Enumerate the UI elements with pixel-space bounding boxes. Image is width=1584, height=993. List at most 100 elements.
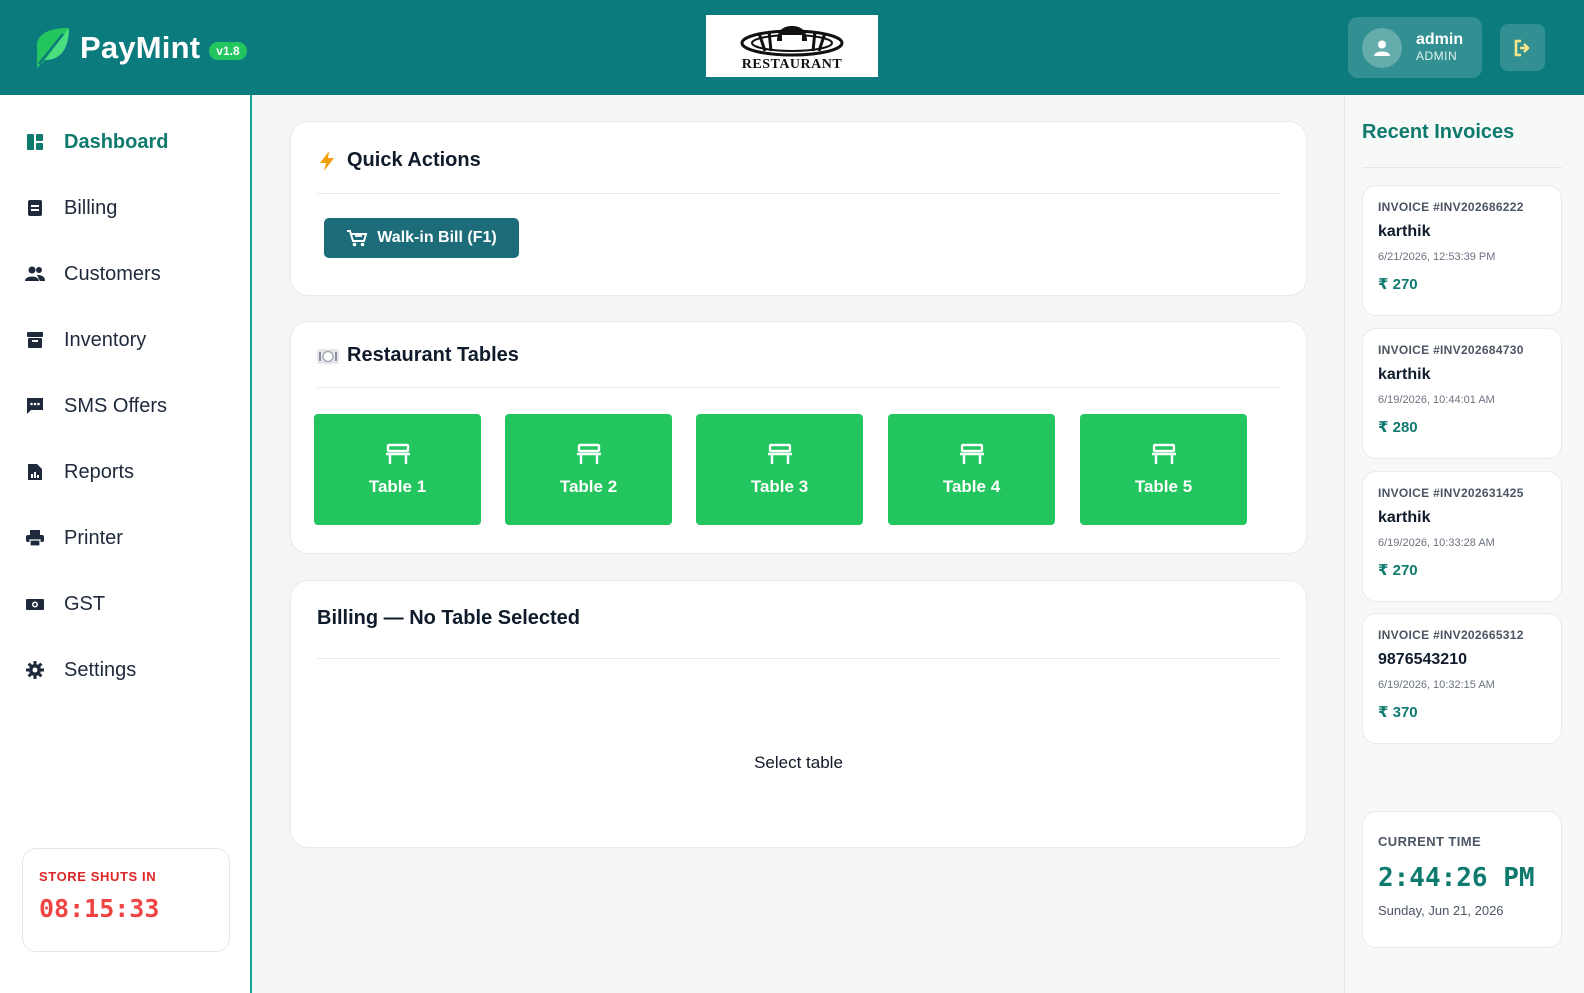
invoice-card[interactable]: INVOICE #INV202631425 karthik 6/19/2026,… [1362, 471, 1562, 602]
inventory-icon [24, 329, 46, 351]
logout-button[interactable] [1500, 24, 1545, 71]
table-label: Table 2 [559, 476, 618, 496]
store-shuts-timer: 08:15:33 [39, 894, 160, 923]
printer-icon [24, 527, 46, 549]
invoice-amount: ₹ 370 [1378, 704, 1418, 721]
sidebar-item-sms-offers[interactable]: SMS Offers [0, 378, 250, 434]
invoice-card[interactable]: INVOICE #INV202684730 karthik 6/19/2026,… [1362, 328, 1562, 459]
table-icon [1151, 443, 1176, 464]
sidebar-item-label: Inventory [64, 328, 147, 351]
sidebar-item-billing[interactable]: Billing [0, 180, 250, 236]
user-role: ADMIN [1416, 49, 1458, 63]
dashboard-icon [24, 131, 46, 153]
table-icon [576, 443, 601, 464]
walk-in-bill-button[interactable]: Walk-in Bill (F1) [324, 218, 519, 258]
logout-icon [1514, 39, 1530, 56]
table-2-button[interactable]: Table 2 [505, 414, 672, 525]
invoice-card[interactable]: INVOICE #INV202686222 karthik 6/21/2026,… [1362, 185, 1562, 316]
sidebar-item-label: GST [64, 592, 106, 615]
table-5-button[interactable]: Table 5 [1080, 414, 1247, 525]
table-label: Table 4 [942, 476, 1001, 496]
invoice-customer: karthik [1378, 509, 1431, 526]
recent-invoices-panel: Recent Invoices INVOICE #INV202686222 ka… [1344, 95, 1584, 993]
table-1-button[interactable]: Table 1 [314, 414, 481, 525]
restaurant-tables-title: Restaurant Tables [317, 344, 519, 367]
sidebar-item-label: Dashboard [64, 130, 169, 153]
brand-name: PayMint [80, 30, 201, 65]
table-4-button[interactable]: Table 4 [888, 414, 1055, 525]
invoice-id: INVOICE #INV202665312 [1378, 628, 1524, 642]
sidebar-item-customers[interactable]: Customers [0, 246, 250, 302]
paymint-leaf-logo-icon [37, 28, 69, 68]
store-shuts-label: STORE SHUTS IN [39, 869, 157, 884]
invoice-card[interactable]: INVOICE #INV202665312 9876543210 6/19/20… [1362, 613, 1562, 744]
quick-actions-title: Quick Actions [317, 149, 481, 172]
sidebar-item-label: SMS Offers [64, 394, 167, 417]
sidebar-item-label: Billing [64, 196, 118, 219]
restaurant-logo: RESTAURANT [706, 15, 878, 77]
invoice-amount: ₹ 270 [1378, 562, 1418, 579]
user-avatar-icon [1362, 27, 1402, 68]
sidebar-item-label: Settings [64, 658, 137, 681]
quick-actions-title-text: Quick Actions [347, 149, 481, 171]
invoice-date: 6/21/2026, 12:53:39 PM [1378, 251, 1496, 263]
sidebar-item-inventory[interactable]: Inventory [0, 312, 250, 368]
invoice-customer: 9876543210 [1378, 651, 1467, 668]
divider [317, 193, 1280, 194]
invoice-id: INVOICE #INV202631425 [1378, 486, 1524, 500]
table-3-button[interactable]: Table 3 [696, 414, 863, 525]
invoice-customer: karthik [1378, 366, 1431, 383]
sidebar-item-label: Customers [64, 262, 161, 285]
table-icon [767, 443, 792, 464]
sidebar-item-settings[interactable]: Settings [0, 642, 250, 698]
customers-icon [24, 263, 46, 285]
table-label: Table 3 [750, 476, 809, 496]
chef-emblem-icon [740, 26, 844, 57]
divider [1362, 167, 1562, 168]
recent-invoices-title: Recent Invoices [1362, 121, 1515, 143]
cart-icon [347, 230, 368, 247]
invoice-date: 6/19/2026, 10:44:01 AM [1378, 394, 1495, 406]
user-name: admin [1416, 31, 1464, 48]
sms-icon [24, 395, 46, 417]
table-label: Table 5 [1134, 476, 1193, 496]
sidebar-item-label: Reports [64, 460, 135, 483]
current-time-label: CURRENT TIME [1378, 834, 1482, 849]
current-time-panel: CURRENT TIME 2:44:26 PM Sunday, Jun 21, … [1362, 811, 1562, 948]
divider [317, 387, 1280, 388]
invoice-id: INVOICE #INV202686222 [1378, 200, 1524, 214]
brand[interactable]: PayMint v1.8 [33, 26, 247, 70]
sidebar: Dashboard Billing Customers Inventory SM… [0, 95, 252, 993]
table-label: Table 1 [368, 476, 427, 496]
billing-icon [24, 197, 46, 219]
sidebar-item-printer[interactable]: Printer [0, 510, 250, 566]
version-badge: v1.8 [209, 42, 247, 60]
billing-title: Billing — No Table Selected [317, 607, 581, 629]
gst-icon [24, 593, 46, 615]
current-date-value: Sunday, Jun 21, 2026 [1378, 903, 1504, 918]
plate-cutlery-icon [317, 348, 339, 364]
settings-icon [24, 659, 46, 681]
billing-card: Billing — No Table Selected Select table [290, 580, 1307, 848]
current-time-value: 2:44:26 PM [1378, 863, 1535, 893]
top-header: PayMint v1.8 RESTAURANT admin ADMIN [0, 0, 1584, 95]
user-profile-chip[interactable]: admin ADMIN [1348, 17, 1482, 78]
restaurant-tables-card: Restaurant Tables Table 1 Table 2 Table … [290, 321, 1307, 554]
invoice-date: 6/19/2026, 10:33:28 AM [1378, 537, 1495, 549]
sidebar-item-gst[interactable]: GST [0, 576, 250, 632]
invoice-amount: ₹ 280 [1378, 419, 1418, 436]
sidebar-item-label: Printer [64, 526, 123, 549]
walk-in-bill-label: Walk-in Bill (F1) [377, 229, 497, 246]
billing-empty-message: Select table [754, 753, 843, 772]
invoice-amount: ₹ 270 [1378, 276, 1418, 293]
reports-icon [24, 461, 46, 483]
divider [317, 658, 1280, 659]
restaurant-logo-text: RESTAURANT [741, 57, 843, 72]
quick-actions-card: Quick Actions Walk-in Bill (F1) [290, 121, 1307, 296]
restaurant-tables-title-text: Restaurant Tables [347, 344, 519, 366]
table-icon [385, 443, 410, 464]
sidebar-item-reports[interactable]: Reports [0, 444, 250, 500]
invoice-date: 6/19/2026, 10:32:15 AM [1378, 679, 1495, 691]
sidebar-item-dashboard[interactable]: Dashboard [0, 114, 250, 170]
invoice-id: INVOICE #INV202684730 [1378, 343, 1524, 357]
